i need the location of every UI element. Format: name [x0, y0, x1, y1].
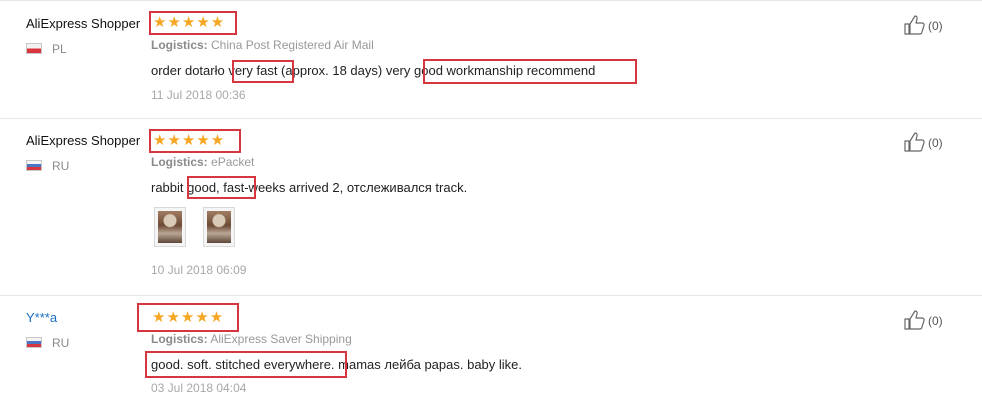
- review-date: 03 Jul 2018 04:04: [151, 381, 247, 395]
- reviewer-name: AliExpress Shopper: [26, 133, 141, 148]
- reviewer-name-link[interactable]: Y***a: [26, 310, 57, 325]
- helpful-button[interactable]: (0): [904, 132, 943, 152]
- helpful-count: (0): [928, 19, 943, 33]
- reviewer-name: AliExpress Shopper: [26, 16, 141, 31]
- highlight-box: [423, 59, 637, 84]
- review-photo[interactable]: [203, 207, 235, 247]
- logistics-value: China Post Registered Air Mail: [211, 38, 374, 52]
- reviewer-country: RU: [26, 159, 69, 173]
- review-date: 10 Jul 2018 06:09: [151, 263, 247, 277]
- review-item: AliExpress Shopper PL ★★★★★ Logistics: C…: [0, 0, 982, 118]
- helpful-button[interactable]: (0): [904, 15, 943, 35]
- review-photo[interactable]: [154, 207, 186, 247]
- highlight-box: [232, 60, 294, 83]
- review-date: 11 Jul 2018 00:36: [151, 88, 246, 102]
- logistics-label: Logistics:: [151, 155, 208, 169]
- logistics-label: Logistics:: [151, 332, 208, 346]
- logistics-value: AliExpress Saver Shipping: [210, 332, 352, 346]
- highlight-box: [149, 11, 237, 35]
- logistics-label: Logistics:: [151, 38, 208, 52]
- logistics-info: Logistics: ePacket: [151, 155, 254, 169]
- photo-image: [158, 211, 182, 243]
- country-code: RU: [52, 159, 70, 173]
- logistics-info: Logistics: AliExpress Saver Shipping: [151, 332, 352, 346]
- thumbs-up-icon: [904, 132, 925, 152]
- helpful-count: (0): [928, 314, 943, 328]
- highlight-box: [145, 351, 347, 378]
- logistics-info: Logistics: China Post Registered Air Mai…: [151, 38, 374, 52]
- russia-flag-icon: [26, 160, 42, 171]
- highlight-box: [137, 303, 239, 332]
- highlight-box: [187, 176, 256, 199]
- country-code: RU: [52, 336, 70, 350]
- poland-flag-icon: [26, 43, 42, 54]
- thumbs-up-icon: [904, 310, 925, 330]
- country-code: PL: [52, 42, 67, 56]
- helpful-button[interactable]: (0): [904, 310, 943, 330]
- russia-flag-icon: [26, 337, 42, 348]
- review-item: AliExpress Shopper RU ★★★★★ Logistics: e…: [0, 118, 982, 295]
- logistics-value: ePacket: [211, 155, 255, 169]
- highlight-box: [149, 129, 241, 153]
- helpful-count: (0): [928, 136, 943, 150]
- reviewer-country: PL: [26, 42, 67, 56]
- review-item: Y***a RU ★★★★★ Logistics: AliExpress Sav…: [0, 295, 982, 407]
- thumbs-up-icon: [904, 15, 925, 35]
- photo-image: [207, 211, 231, 243]
- reviewer-country: RU: [26, 336, 69, 350]
